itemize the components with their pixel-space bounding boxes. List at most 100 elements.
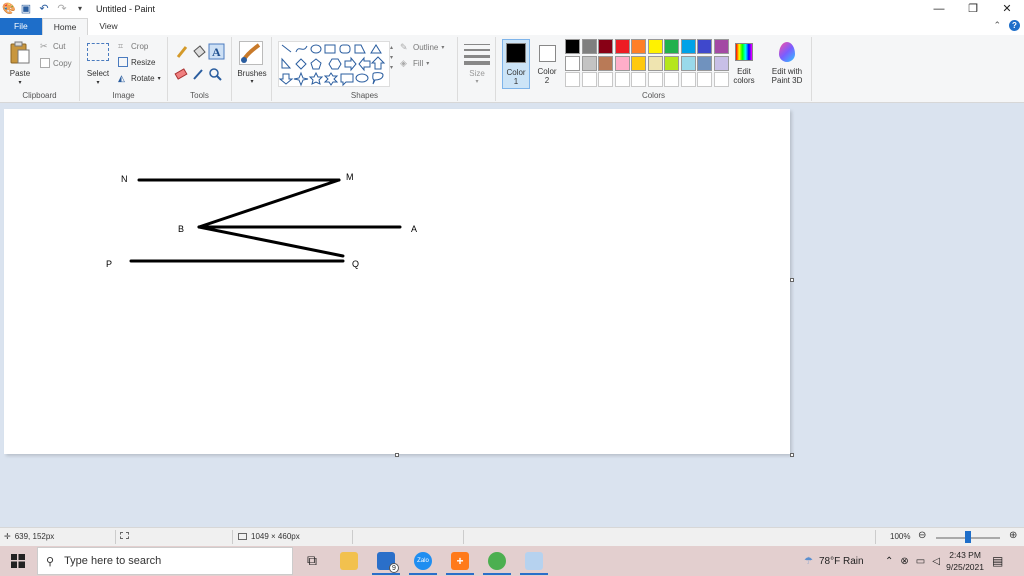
palette-swatch[interactable] xyxy=(614,39,630,54)
windows-icon xyxy=(11,554,25,568)
palette-swatch[interactable] xyxy=(598,39,613,54)
segment-bq xyxy=(197,225,345,258)
mail-icon[interactable]: 9 xyxy=(377,552,399,573)
cursor-position: ✛ 639, 152px xyxy=(4,532,55,541)
palette-custom-slot[interactable] xyxy=(697,72,712,87)
copy-button[interactable]: Copy xyxy=(40,58,72,68)
resize-button[interactable]: Resize xyxy=(118,57,155,67)
tab-view[interactable]: View xyxy=(88,18,128,35)
label-n: N xyxy=(121,174,128,184)
palette-swatch[interactable] xyxy=(664,39,679,54)
palette-swatch[interactable] xyxy=(631,39,646,54)
save-icon[interactable]: ▣ xyxy=(20,3,32,15)
tab-file[interactable]: File xyxy=(0,18,42,35)
network-icon[interactable]: ⊗ xyxy=(900,556,908,567)
color-picker-icon[interactable] xyxy=(193,69,203,80)
palette-swatch[interactable] xyxy=(598,55,613,71)
task-view-icon[interactable]: ⧉ xyxy=(303,552,321,570)
battery-icon[interactable]: ▭ xyxy=(916,556,925,567)
shapes-scroll[interactable]: ▴ ▾ ▾ xyxy=(390,43,393,73)
window-title: Untitled - Paint xyxy=(96,4,156,14)
clock[interactable]: 2:43 PM 9/25/2021 xyxy=(946,549,984,573)
eraser-icon[interactable] xyxy=(174,68,188,80)
shapes-group-label: Shapes xyxy=(350,91,379,100)
brushes-group[interactable]: Brushes ▾ xyxy=(232,37,272,101)
mail-badge: 9 xyxy=(389,563,399,573)
palette-custom-slot[interactable] xyxy=(598,72,613,87)
palette-swatch[interactable] xyxy=(614,55,630,71)
volume-icon[interactable]: ◁ xyxy=(932,556,940,567)
palette-swatch[interactable] xyxy=(697,55,712,71)
fill-button[interactable]: ◈ Fill ▾ xyxy=(400,58,429,68)
palette-custom-slot[interactable] xyxy=(631,72,646,87)
paste-button[interactable]: Paste ▾ xyxy=(6,41,34,87)
clock-date: 9/25/2021 xyxy=(946,562,984,572)
palette-swatch[interactable] xyxy=(581,55,597,71)
select-button[interactable]: Select ▾ xyxy=(84,41,112,87)
scissors-icon: ✂ xyxy=(40,41,48,51)
palette-swatch[interactable] xyxy=(664,55,679,71)
canvas-area[interactable]: N M B A P Q xyxy=(0,103,1024,527)
palette-swatch[interactable] xyxy=(713,55,729,71)
zalo-icon[interactable]: Zalo xyxy=(414,552,432,570)
zoom-slider-thumb[interactable] xyxy=(965,531,971,543)
fill-icon[interactable] xyxy=(193,45,206,58)
taskbar-search-box[interactable]: ⚲ Type here to search xyxy=(37,547,293,575)
help-icon[interactable]: ? xyxy=(1009,20,1020,31)
rotate-button[interactable]: ◭ Rotate ▾ xyxy=(118,73,161,83)
cut-button[interactable]: ✂ Cut xyxy=(40,41,65,51)
palette-swatch[interactable] xyxy=(647,55,663,71)
palette-swatch[interactable] xyxy=(680,55,696,71)
zoom-in-button[interactable]: ⊕ xyxy=(1009,530,1017,541)
palette-swatch[interactable] xyxy=(565,39,580,54)
outline-button[interactable]: ✎ Outline ▾ xyxy=(400,42,444,52)
color1-button[interactable]: Color 1 xyxy=(502,39,530,89)
magnifier-icon[interactable] xyxy=(209,68,222,81)
palette-swatch[interactable] xyxy=(680,39,696,54)
zoom-out-button[interactable]: ⊖ xyxy=(918,530,926,541)
redo-icon[interactable]: ↷ xyxy=(56,3,68,15)
palette-swatch[interactable] xyxy=(581,39,597,54)
tab-home[interactable]: Home xyxy=(41,18,89,35)
coccoc-browser-icon[interactable] xyxy=(488,552,506,570)
palette-custom-slot[interactable] xyxy=(581,72,597,87)
palette-swatch[interactable] xyxy=(697,39,712,54)
restore-button[interactable]: ❐ xyxy=(956,0,990,18)
undo-icon[interactable]: ↶ xyxy=(38,3,50,15)
palette-custom-slot[interactable] xyxy=(647,72,663,87)
file-explorer-icon[interactable] xyxy=(340,552,358,570)
drawing-canvas[interactable]: N M B A P Q xyxy=(4,109,790,454)
palette-custom-slot[interactable] xyxy=(680,72,696,87)
resize-handle-right[interactable] xyxy=(790,278,794,282)
palette-swatch[interactable] xyxy=(565,55,580,71)
show-hidden-icons[interactable]: ⌃ xyxy=(885,556,893,567)
start-button[interactable] xyxy=(0,546,36,576)
close-button[interactable]: ✕ xyxy=(990,0,1024,18)
edit-colors-button[interactable]: Edit colors xyxy=(730,39,758,89)
paint-taskbar-icon[interactable] xyxy=(525,552,543,570)
minimize-button[interactable]: — xyxy=(922,0,956,18)
color2-button[interactable]: Color 2 xyxy=(534,39,560,89)
text-icon[interactable]: A xyxy=(208,43,225,60)
palette-swatch[interactable] xyxy=(647,39,663,54)
palette-swatch[interactable] xyxy=(713,39,729,54)
palette-custom-slot[interactable] xyxy=(664,72,679,87)
resize-handle-corner[interactable] xyxy=(790,453,794,457)
palette-custom-slot[interactable] xyxy=(713,72,729,87)
collapse-ribbon-icon[interactable]: ⌃ xyxy=(993,20,1001,31)
palette-swatch[interactable] xyxy=(631,55,646,71)
customize-qat-icon[interactable]: ▾ xyxy=(74,3,86,15)
weather-widget[interactable]: ☂ 78°F Rain xyxy=(804,546,864,576)
shapes-gallery[interactable] xyxy=(278,41,390,87)
svg-text:A: A xyxy=(212,45,221,59)
resize-handle-bottom[interactable] xyxy=(395,453,399,457)
crop-button[interactable]: ⌗ Crop xyxy=(118,41,148,51)
edit-with-paint3d-button[interactable]: Edit with Paint 3D xyxy=(764,39,810,89)
search-icon: ⚲ xyxy=(46,555,55,568)
brave-browser-icon[interactable]: + xyxy=(451,552,469,570)
palette-custom-slot[interactable] xyxy=(565,72,580,87)
palette-custom-slot[interactable] xyxy=(614,72,630,87)
size-button[interactable]: Size ▾ xyxy=(458,37,496,101)
notifications-icon[interactable]: ▤ xyxy=(992,546,1003,576)
pencil-icon[interactable] xyxy=(176,46,188,58)
